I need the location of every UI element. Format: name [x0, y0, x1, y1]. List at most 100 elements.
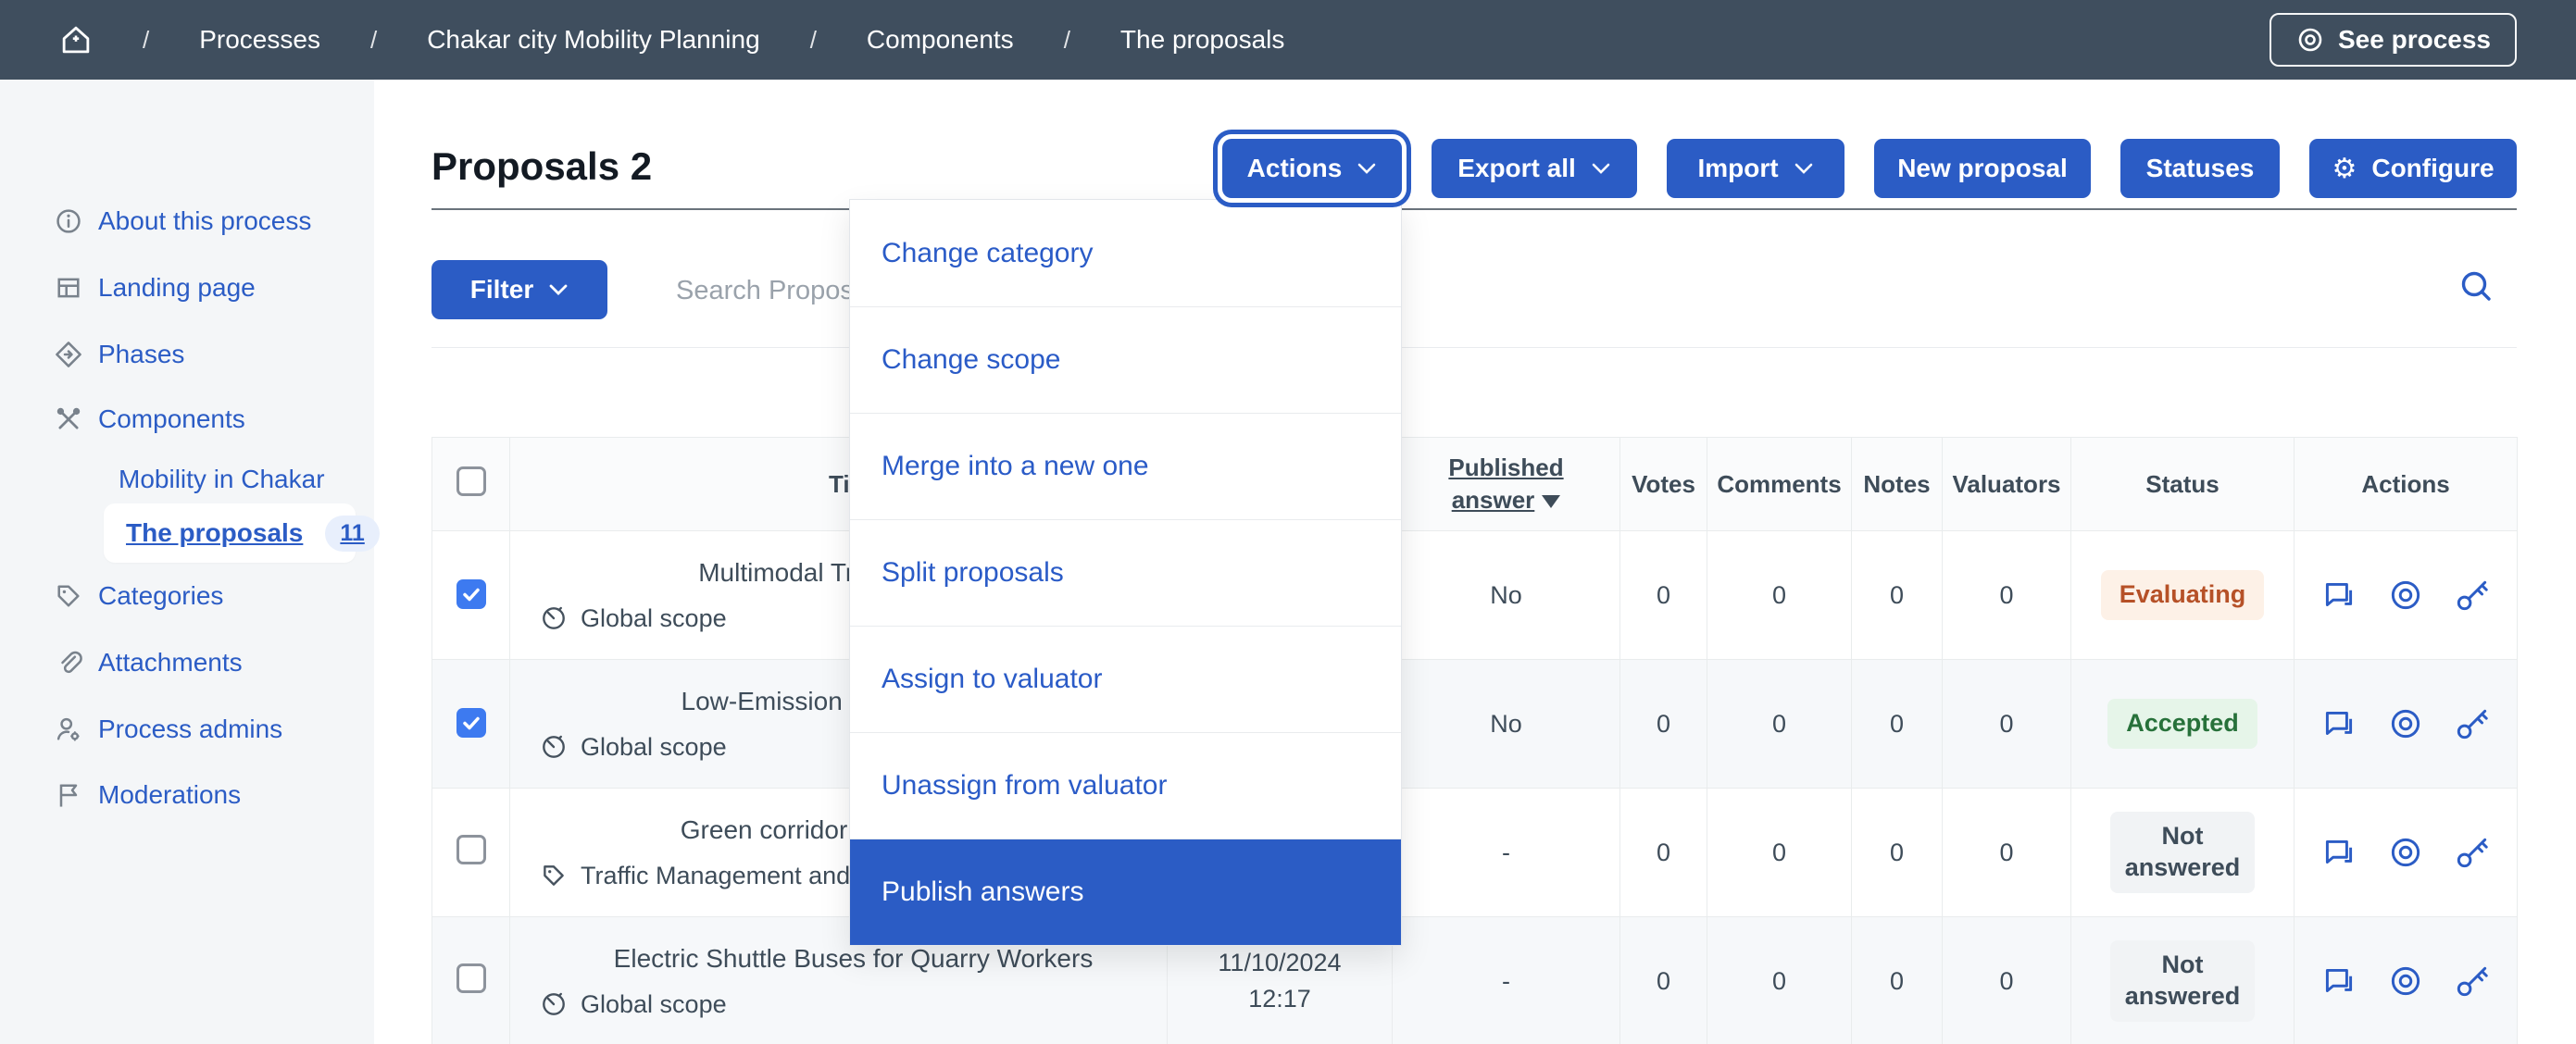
breadcrumb-current[interactable]: The proposals: [1120, 25, 1284, 55]
row-checkbox-checked[interactable]: [456, 707, 486, 738]
import-button[interactable]: Import: [1667, 139, 1844, 198]
page-title: Proposals 2: [431, 144, 653, 188]
valuators-cell: 0: [1942, 530, 2071, 660]
select-all-checkbox[interactable]: [456, 466, 486, 496]
permissions-key-icon: [2457, 580, 2488, 611]
menu-item-split[interactable]: Split proposals: [850, 519, 1401, 626]
col-published-answer: Published answer: [1392, 437, 1620, 531]
proposal-scope: Global scope: [581, 732, 727, 761]
col-status: Status: [2070, 437, 2295, 531]
menu-item-change-category[interactable]: Change category: [850, 200, 1401, 306]
permissions-key-icon: [2457, 838, 2488, 868]
menu-item-merge[interactable]: Merge into a new one: [850, 413, 1401, 519]
proposals-count-badge: 11: [325, 515, 380, 552]
published-answer-cell: No: [1392, 659, 1620, 789]
preview-eye-icon: [2391, 709, 2420, 739]
comments-cell: 0: [1707, 788, 1852, 917]
phases-diamond-icon: [54, 340, 83, 369]
new-proposal-button[interactable]: New proposal: [1874, 139, 2091, 198]
row-checkbox-unchecked[interactable]: [456, 834, 486, 864]
export-all-button[interactable]: Export all: [1432, 139, 1637, 198]
votes-cell: 0: [1619, 788, 1707, 917]
row-checkbox-checked[interactable]: [456, 578, 486, 609]
answer-proposal-icon: [2325, 839, 2353, 864]
notes-cell: 0: [1851, 659, 1943, 789]
proposals-admin-page: / Processes / Chakar city Mobility Plann…: [0, 0, 2576, 1044]
published-answer-cell: No: [1392, 530, 1620, 660]
layout-grid-icon: [54, 273, 83, 303]
scope-icon: [543, 735, 565, 758]
answer-proposal-icon: [2325, 711, 2353, 735]
breadcrumb-processes[interactable]: Processes: [199, 25, 320, 55]
col-votes: Votes: [1619, 437, 1707, 531]
valuators-cell: 0: [1942, 659, 2071, 789]
status-badge: Evaluating: [2100, 570, 2265, 620]
tools-icon: [54, 404, 83, 434]
comments-cell: 0: [1707, 916, 1852, 1044]
sidebar-item-the-proposals[interactable]: The proposals 11: [104, 503, 380, 563]
see-process-button[interactable]: See process: [2270, 13, 2517, 67]
votes-cell: 0: [1619, 659, 1707, 789]
filter-row-divider: [431, 347, 2517, 348]
answer-proposal-icon: [2325, 582, 2353, 606]
breadcrumb-separator: /: [1063, 25, 1070, 54]
home-icon[interactable]: [59, 23, 93, 56]
title-divider: [431, 208, 2517, 210]
table-row: Green corridor for cyclists and Traffic …: [431, 788, 2518, 917]
status-badge: Not answered: [2110, 940, 2255, 1022]
tag-icon: [54, 581, 83, 611]
valuators-cell: 0: [1942, 916, 2071, 1044]
comments-cell: 0: [1707, 530, 1852, 660]
filter-button[interactable]: Filter: [431, 260, 607, 319]
menu-item-unassign-valuator[interactable]: Unassign from valuator: [850, 732, 1401, 839]
chevron-down-icon: [1592, 163, 1610, 174]
sidebar: About this process Landing page Phases C…: [0, 80, 380, 1044]
select-all-cell: [431, 437, 510, 531]
statuses-button[interactable]: Statuses: [2120, 139, 2280, 198]
votes-cell: 0: [1619, 530, 1707, 660]
chevron-down-icon: [1794, 163, 1812, 174]
preview-eye-icon: [2391, 580, 2420, 610]
menu-item-assign-valuator[interactable]: Assign to valuator: [850, 626, 1401, 732]
permissions-key-icon: [2457, 709, 2488, 740]
topbar: / Processes / Chakar city Mobility Plann…: [0, 0, 2576, 80]
preview-eye-icon: [2391, 966, 2420, 996]
notes-cell: 0: [1851, 530, 1943, 660]
table-row: Multimodal Transport Hubs Global scope N…: [431, 530, 2518, 660]
status-badge: Not answered: [2110, 812, 2255, 893]
search-icon[interactable]: [2456, 267, 2498, 309]
permissions-key-icon: [2457, 966, 2488, 997]
menu-item-publish-answers[interactable]: Publish answers: [850, 839, 1401, 945]
scope-icon: [543, 606, 565, 629]
preview-eye-icon: [2391, 838, 2420, 867]
toolbar-buttons: Actions Export all Import New proposal S…: [1222, 139, 2517, 198]
status-badge: Accepted: [2107, 699, 2257, 749]
breadcrumb-separator: /: [809, 25, 817, 54]
proposal-title-link[interactable]: Electric Shuttle Buses for Quarry Worker…: [540, 944, 1167, 974]
proposal-category: Traffic Management and S: [581, 861, 874, 889]
actions-dropdown-menu: Change category Change scope Merge into …: [849, 199, 1402, 946]
configure-button[interactable]: ⚙ Configure: [2309, 139, 2517, 198]
row-checkbox-unchecked[interactable]: [456, 963, 486, 993]
info-icon: [54, 206, 83, 236]
published-answer-sort[interactable]: Published answer: [1448, 452, 1563, 516]
actions-dropdown-button[interactable]: Actions: [1222, 139, 1402, 198]
sort-desc-icon: [1542, 495, 1561, 509]
category-tag-icon: [544, 865, 564, 886]
breadcrumb-process-name[interactable]: Chakar city Mobility Planning: [427, 25, 760, 55]
valuators-cell: 0: [1942, 788, 2071, 917]
notes-cell: 0: [1851, 788, 1943, 917]
published-answer-cell: -: [1392, 788, 1620, 917]
col-notes: Notes: [1851, 437, 1943, 531]
col-actions: Actions: [2294, 437, 2518, 531]
breadcrumb-components[interactable]: Components: [867, 25, 1014, 55]
proposal-scope: Global scope: [581, 603, 727, 632]
table-header-row: Title Published answer Votes Comments No…: [431, 437, 2518, 531]
user-gear-icon: [54, 715, 83, 744]
proposals-table: Title Published answer Votes Comments No…: [431, 437, 2518, 1044]
published-answer-cell: -: [1392, 916, 1620, 1044]
chevron-down-icon: [1358, 163, 1376, 174]
paperclip-icon: [54, 648, 83, 677]
chevron-down-icon: [549, 284, 568, 295]
menu-item-change-scope[interactable]: Change scope: [850, 306, 1401, 413]
